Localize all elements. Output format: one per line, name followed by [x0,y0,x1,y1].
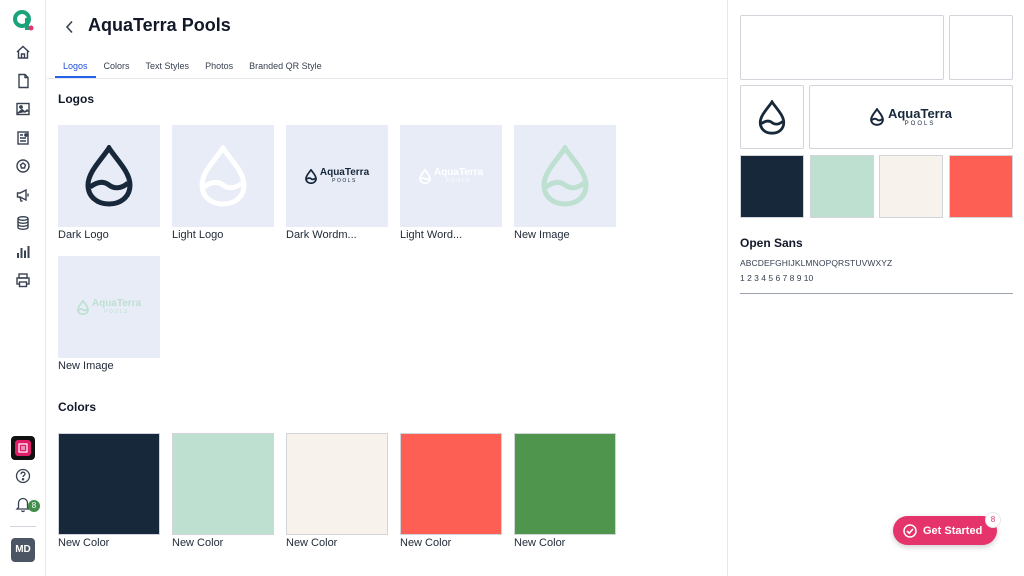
report-icon[interactable] [0,124,46,153]
preview-logo-mark [740,85,804,149]
water-drop-light-icon [199,145,247,207]
tab-divider [47,78,727,79]
tab-photos[interactable]: Photos [197,58,241,78]
get-started-badge: 8 [985,512,1001,528]
preview-font-alphabet: ABCDEFGHIJKLMNOPQRSTUVWXYZ [740,258,893,268]
logo-label: Light Word... [400,229,463,241]
preview-color-swatch [740,155,804,218]
tab-colors[interactable]: Colors [96,58,138,78]
water-drop-small-light-icon [418,168,431,184]
color-swatch[interactable] [172,433,274,535]
main-content: AquaTerra Pools Logos Colors Text Styles… [47,0,727,576]
notification-badge: 8 [28,500,40,512]
image-icon[interactable] [0,95,46,124]
preview-color-swatch [949,155,1013,218]
wordmark-title: AquaTerra [433,166,484,178]
color-swatch[interactable] [400,433,502,535]
printer-icon[interactable] [0,266,46,295]
preview-divider [740,293,1013,294]
preview-wordmark: AquaTerra POOLS [809,85,1013,149]
logo-label: New Image [514,229,570,241]
water-drop-mint-icon [541,145,589,207]
rail-nav [0,38,46,295]
color-swatch[interactable] [58,433,160,535]
logo-tile-light-logo[interactable] [172,125,274,227]
check-circle-icon [903,523,917,538]
water-drop-small-dark-icon [304,168,317,184]
tab-branded-qr-style[interactable]: Branded QR Style [241,58,330,78]
water-drop-small-dark-icon [870,108,884,126]
logo-tile-light-wordmark[interactable]: AquaTerra POOLS [400,125,502,227]
color-swatch[interactable] [286,433,388,535]
tab-text-styles[interactable]: Text Styles [138,58,198,78]
color-label: New Color [286,537,338,549]
logo-label: Dark Wordm... [286,229,357,241]
preview-font-numbers: 1 2 3 4 5 6 7 8 9 10 [740,273,814,283]
brand-preview-panel: AquaTerra POOLS Open Sans ABCDEFGHIJKLMN… [727,0,1024,576]
logo-tile-new-image-wordmark[interactable]: AquaTerra POOLS [58,256,160,358]
logos-heading: Logos [58,92,94,106]
wordmark-title: AquaTerra [319,166,370,178]
water-drop-small-mint-icon [76,299,89,315]
tab-logos[interactable]: Logos [55,58,96,78]
get-started-button[interactable]: Get Started [893,516,997,545]
color-label: New Color [58,537,110,549]
wordmark-subtitle: POOLS [446,177,471,184]
wordmark-subtitle: POOLS [104,308,129,315]
preview-font-name: Open Sans [740,236,803,250]
wordmark-subtitle: POOLS [904,120,936,127]
avatar[interactable]: MD [11,538,35,562]
wordmark-subtitle: POOLS [332,177,357,184]
color-label: New Color [514,537,566,549]
color-label: New Color [400,537,452,549]
tab-bar: Logos Colors Text Styles Photos Branded … [55,58,330,78]
color-label: New Color [172,537,224,549]
get-started-label: Get Started [923,524,983,537]
color-swatch[interactable] [514,433,616,535]
left-rail [0,0,46,576]
logo-tile-dark-logo[interactable] [58,125,160,227]
page-title: AquaTerra Pools [88,15,231,35]
preview-color-swatch [810,155,874,218]
wordmark-title: AquaTerra [91,297,142,309]
rail-divider [10,526,36,527]
megaphone-icon[interactable] [0,181,46,210]
logo-tile-dark-wordmark[interactable]: AquaTerra POOLS [286,125,388,227]
logo-label: Light Logo [172,229,224,241]
help-icon[interactable] [15,468,31,484]
logo-tile-new-image-drop[interactable] [514,125,616,227]
wordmark-title: AquaTerra [887,105,953,121]
bar-chart-icon[interactable] [0,238,46,267]
water-drop-dark-icon [758,99,786,135]
preview-placeholder-square [949,15,1013,80]
home-icon[interactable] [0,38,46,67]
document-icon[interactable] [0,67,46,96]
app-logo-icon[interactable] [12,9,34,31]
preview-placeholder-wide [740,15,944,80]
preview-color-swatch [879,155,943,218]
water-drop-dark-icon [85,145,133,207]
database-icon[interactable] [0,209,46,238]
soccer-ball-icon[interactable] [0,152,46,181]
logo-label: New Image [58,360,114,372]
colors-heading: Colors [58,400,97,414]
logo-label: Dark Logo [58,229,109,241]
app-switcher-icon[interactable] [11,436,35,460]
back-arrow-icon[interactable] [63,18,77,36]
